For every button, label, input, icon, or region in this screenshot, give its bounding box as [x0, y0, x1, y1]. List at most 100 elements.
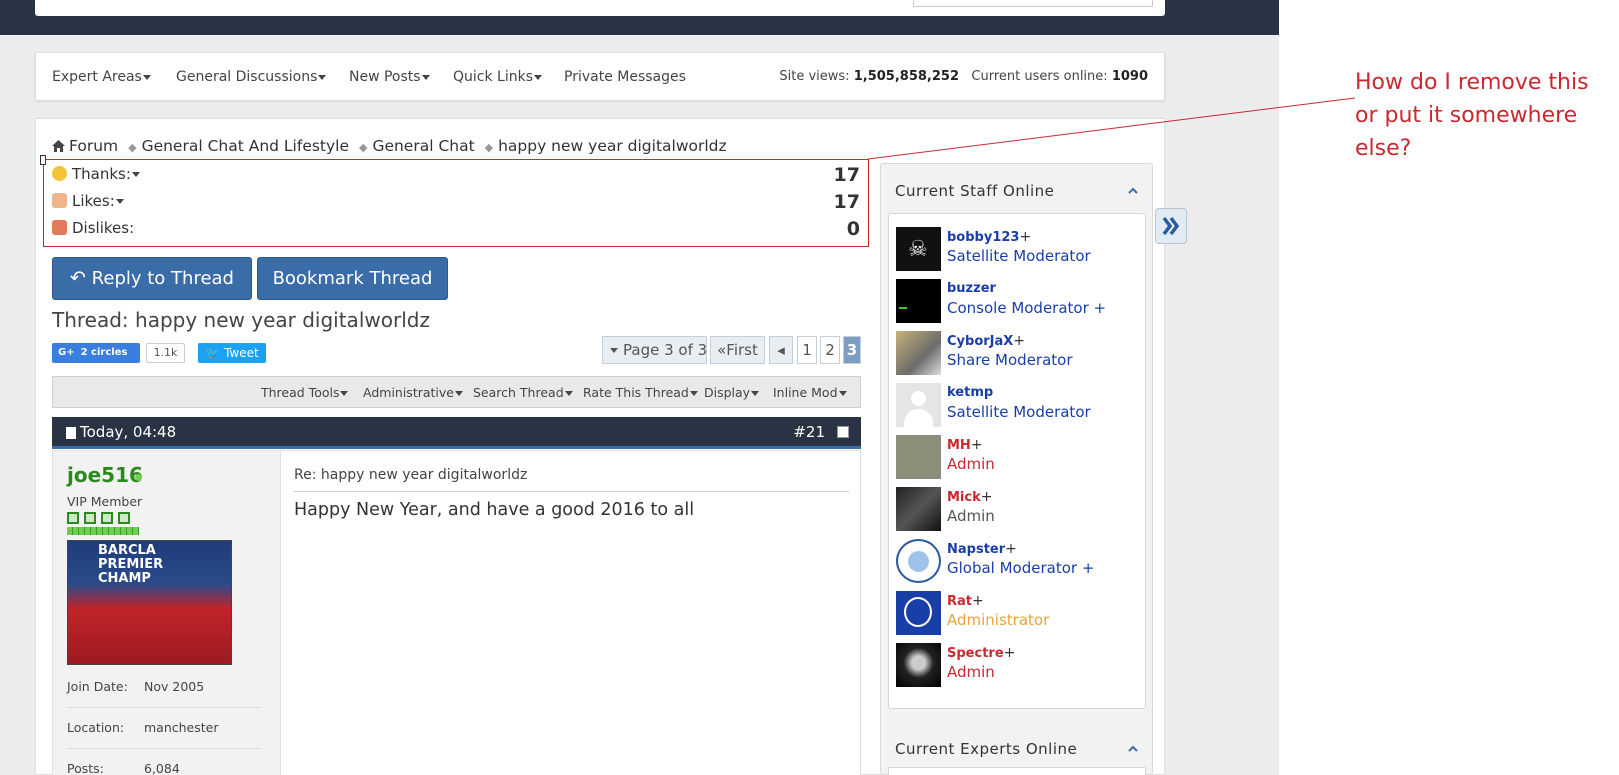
bookmark-thread-button[interactable]: Bookmark Thread [257, 257, 448, 300]
staff-item[interactable]: Mick+ Admin [896, 487, 1136, 533]
staff-name-text: ketmp [947, 385, 994, 400]
staff-avatar [896, 435, 941, 479]
staff-avatar [896, 279, 941, 323]
thanks-count: 17 [833, 164, 860, 186]
nav-private-messages[interactable]: Private Messages [564, 69, 686, 85]
caret-down-icon [534, 74, 543, 80]
post-document-icon [66, 427, 76, 439]
caret-down-icon [142, 74, 151, 80]
staff-name-text: Rat [947, 594, 972, 609]
collapse-sidebar-button[interactable] [1155, 208, 1187, 244]
thread-tools-menu[interactable]: Thread Tools [261, 385, 349, 400]
nav-general-discussions[interactable]: General Discussions [176, 69, 327, 85]
breadcrumb: Forum ◆ General Chat And Lifestyle ◆ Gener… [52, 137, 727, 155]
pager-page-current: 3 [843, 336, 861, 364]
staff-name-text: MH [947, 438, 971, 453]
reply-arrow-icon: ↶ [70, 267, 86, 289]
pager-prev-button[interactable]: ◂ [769, 336, 793, 364]
post-subject: Re: happy new year digitalworldz [294, 467, 528, 483]
staff-name-text: Spectre [947, 646, 1004, 661]
staff-name-link[interactable]: Spectre+ [947, 645, 1015, 661]
staff-item[interactable]: ketmp Satellite Moderator [896, 383, 1136, 429]
staff-name-text: CyborJaX [947, 334, 1014, 349]
search-thread-menu[interactable]: Search Thread [473, 385, 573, 400]
staff-avatar-placeholder [896, 383, 941, 427]
header-search-input[interactable] [913, 0, 1153, 7]
thanks-smiley-icon [52, 166, 67, 181]
staff-avatar [896, 643, 941, 687]
likes-dropdown[interactable]: Likes: [72, 192, 124, 210]
staff-avatar [896, 539, 941, 583]
nav-expert-areas[interactable]: Expert Areas [52, 69, 151, 85]
staff-role: Satellite Moderator [947, 403, 1091, 421]
inline-mod-menu[interactable]: Inline Mod [773, 385, 847, 400]
staff-name-text: Napster [947, 542, 1006, 557]
rate-thread-menu[interactable]: Rate This Thread [583, 385, 698, 400]
dislikes-count: 0 [846, 218, 860, 240]
staff-name-link[interactable]: Napster+ [947, 541, 1017, 557]
location-value: manchester [144, 720, 219, 735]
caret-down-icon [838, 391, 847, 396]
reply-to-thread-button[interactable]: ↶ Reply to Thread [52, 257, 252, 300]
pager-page-2[interactable]: 2 [820, 336, 840, 364]
breadcrumb-separator-icon: ◆ [358, 141, 368, 154]
caret-down-icon [115, 199, 124, 204]
staff-item[interactable]: MH+ Admin [896, 435, 1136, 481]
post-select-checkbox[interactable] [837, 426, 849, 438]
nav-quick-links[interactable]: Quick Links [453, 69, 543, 85]
administrative-menu[interactable]: Administrative [363, 385, 463, 400]
nav-new-posts[interactable]: New Posts [349, 69, 430, 85]
staff-name-link[interactable]: MH+ [947, 437, 983, 453]
page-info-dropdown[interactable]: Page 3 of 3 [602, 336, 707, 364]
staff-item[interactable]: Napster+ Global Moderator + [896, 539, 1136, 585]
thanks-dropdown[interactable]: Thanks: [72, 165, 140, 183]
post-username-link[interactable]: joe516 [67, 463, 143, 487]
thread-toolbar: Thread Tools Administrative Search Threa… [52, 376, 861, 408]
chevron-up-icon[interactable] [1128, 186, 1138, 196]
thanks-row: Thanks: 17 [52, 164, 860, 186]
staff-item[interactable]: ☠ bobby123+ Satellite Moderator [896, 227, 1136, 273]
staff-name-text: Mick [947, 490, 981, 505]
tweet-button[interactable]: 🐦 Tweet [198, 343, 266, 363]
staff-name-text: buzzer [947, 281, 996, 296]
staff-name-link[interactable]: Mick+ [947, 489, 992, 505]
caret-down-icon [455, 391, 463, 396]
chevron-up-icon[interactable] [1128, 744, 1138, 754]
breadcrumb-general-chat-lifestyle[interactable]: General Chat And Lifestyle [142, 137, 349, 155]
breadcrumb-general-chat[interactable]: General Chat [372, 137, 474, 155]
thumbs-down-icon [52, 220, 67, 235]
staff-name-link[interactable]: ketmp [947, 385, 993, 400]
annotation-text: How do I remove this or put it somewhere… [1355, 70, 1589, 161]
pager-page-1[interactable]: 1 [797, 336, 817, 364]
staff-name-text: bobby123 [947, 230, 1020, 245]
google-plus-button[interactable]: G+ 2 circles [52, 343, 140, 363]
breadcrumb-current: happy new year digitalworldz [498, 137, 727, 155]
caret-down-icon [421, 74, 430, 80]
staff-name-link[interactable]: Rat+ [947, 593, 984, 609]
thread-title: Thread: happy new year digitalworldz [52, 308, 430, 332]
staff-role: Admin [947, 455, 995, 473]
user-avatar[interactable]: BARCLA PREMIER CHAMP [67, 540, 232, 665]
home-icon [52, 140, 65, 152]
caret-down-icon [340, 391, 349, 396]
staff-item[interactable]: Rat+ Administrator [896, 591, 1136, 637]
staff-role: Console Moderator + [947, 299, 1107, 317]
post-message: Happy New Year, and have a good 2016 to … [294, 500, 695, 520]
staff-item[interactable]: buzzer Console Moderator + [896, 279, 1136, 325]
staff-item[interactable]: CyborJaX+ Share Moderator [896, 331, 1136, 377]
staff-name-link[interactable]: buzzer [947, 281, 996, 296]
breadcrumb-forum[interactable]: Forum [69, 137, 118, 155]
post-userinfo: joe516 VIP Member BARCLA PREMIER CHAMP J… [53, 451, 281, 775]
staff-name-link[interactable]: CyborJaX+ [947, 333, 1025, 349]
caret-down-icon [610, 348, 618, 353]
post-date: Today, 04:48 [80, 423, 177, 441]
staff-name-link[interactable]: bobby123+ [947, 229, 1031, 245]
thumbs-up-icon [52, 193, 67, 208]
display-menu[interactable]: Display [704, 385, 760, 400]
caret-down-icon [318, 74, 327, 80]
location-label: Location: [67, 720, 125, 735]
staff-item[interactable]: Spectre+ Admin [896, 643, 1136, 689]
pager-first-button[interactable]: «First [710, 336, 765, 364]
post-number-link[interactable]: #21 [793, 423, 825, 441]
site-stats: Site views: 1,505,858,252 Current users … [779, 69, 1148, 84]
